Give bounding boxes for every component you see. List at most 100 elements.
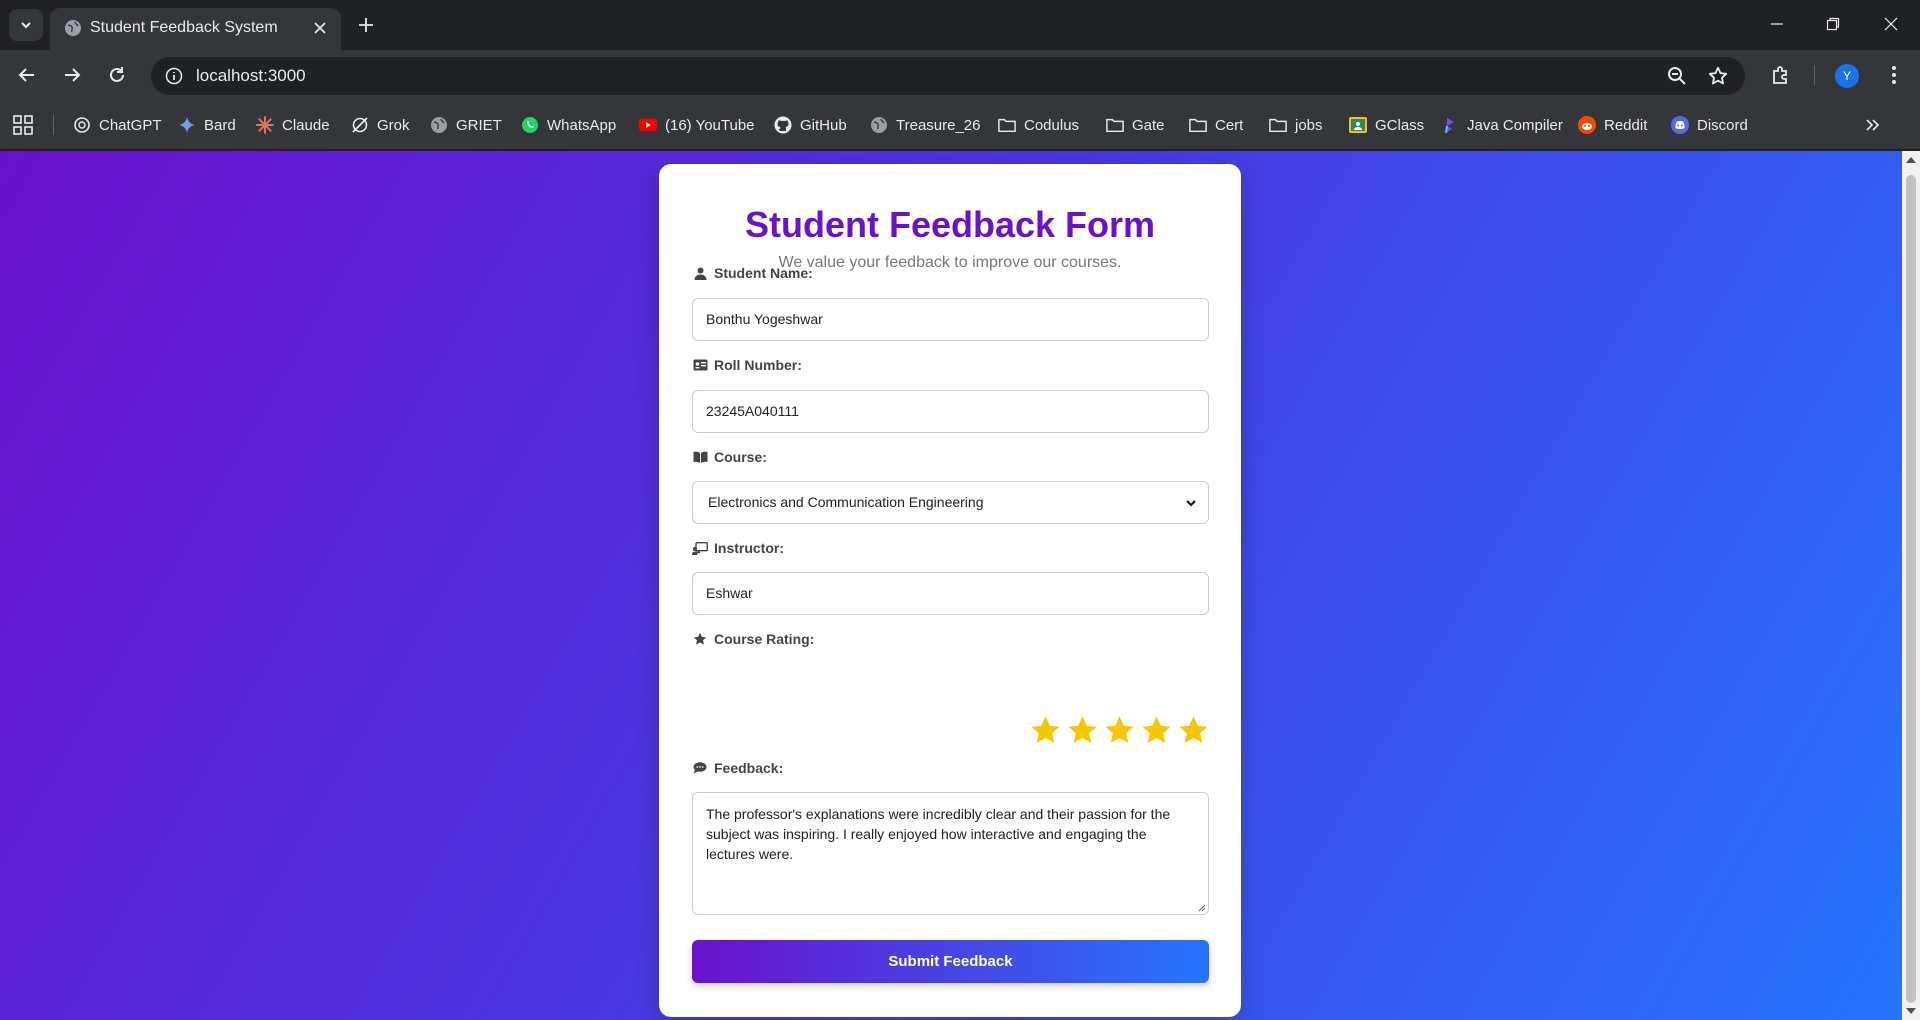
gclass-icon <box>1349 116 1367 134</box>
bookmark-cert[interactable]: Cert <box>1189 112 1243 138</box>
bookmark-label: Treasure_26 <box>896 116 981 134</box>
feedback-textarea[interactable]: The professor's explanations were incred… <box>692 792 1209 915</box>
tab-title: Student Feedback System <box>90 19 278 36</box>
site-info-button[interactable] <box>161 63 187 89</box>
bookmark-label: GitHub <box>800 116 847 134</box>
scrollbar-thumb[interactable] <box>1906 175 1916 1003</box>
resize-grip-icon[interactable] <box>1196 902 1206 912</box>
star-outline-icon <box>1708 66 1728 85</box>
roll-number-input[interactable]: 23245A040111 <box>692 390 1209 433</box>
apps-button[interactable] <box>13 112 33 138</box>
bookmark-codulus[interactable]: Codulus <box>998 112 1079 138</box>
extensions-button[interactable] <box>1768 62 1794 88</box>
submit-feedback-button[interactable]: Submit Feedback <box>692 940 1209 983</box>
page-scrollbar[interactable] <box>1902 151 1920 1020</box>
bookmark-youtube[interactable]: (16) YouTube <box>639 112 755 138</box>
bookmark-label: Codulus <box>1024 116 1080 134</box>
arrow-left-icon <box>18 68 34 82</box>
folder-icon <box>1106 116 1124 134</box>
close-icon <box>1884 17 1898 31</box>
student-name-input[interactable]: Bonthu Yogeshwar <box>692 298 1209 341</box>
scroll-up-arrow-icon[interactable] <box>1906 157 1916 163</box>
bookmark-whatsapp[interactable]: WhatsApp <box>521 112 616 138</box>
bookmark-label: Grok <box>377 116 410 134</box>
course-select-value: Electronics and Communication Engineerin… <box>708 494 984 510</box>
bookmark-label: Discord <box>1697 116 1748 134</box>
bookmark-label: Cert <box>1215 116 1244 134</box>
bookmark-star-button[interactable] <box>1706 64 1730 88</box>
chevron-down-icon <box>21 22 31 29</box>
bookmark-label: WhatsApp <box>547 116 617 134</box>
toolbar-divider <box>1814 65 1815 85</box>
tab-search-button[interactable] <box>9 9 43 41</box>
address-bar[interactable]: localhost:3000 <box>151 57 1745 95</box>
instructor-input[interactable]: Eshwar <box>692 572 1209 615</box>
browser-tab[interactable]: Student Feedback System <box>50 8 341 50</box>
bookmark-gclass[interactable]: GClass <box>1349 112 1424 138</box>
chevron-down-icon <box>1186 500 1196 507</box>
tab-close-button[interactable] <box>309 17 331 39</box>
chatgpt-icon <box>73 116 91 134</box>
minimize-icon <box>1771 23 1783 25</box>
star-icon[interactable] <box>1030 715 1061 746</box>
reload-button[interactable] <box>100 59 134 91</box>
whatsapp-icon <box>521 116 539 134</box>
new-tab-button[interactable] <box>353 12 379 38</box>
bookmark-gate[interactable]: Gate <box>1106 112 1165 138</box>
arrow-right-icon <box>65 68 81 82</box>
bookmark-grok[interactable]: Grok <box>351 112 410 138</box>
discord-icon <box>1671 116 1689 134</box>
bookmark-claude[interactable]: Claude <box>256 112 330 138</box>
claude-icon <box>256 116 274 134</box>
feedback-label: Feedback: <box>692 758 783 778</box>
star-icon[interactable] <box>1067 715 1098 746</box>
github-icon <box>774 116 792 134</box>
profile-avatar[interactable]: Y <box>1835 64 1859 88</box>
star-icon <box>692 631 708 647</box>
star-icon[interactable] <box>1141 715 1172 746</box>
star-icon[interactable] <box>1178 715 1209 746</box>
java-compiler-icon <box>1441 116 1459 134</box>
bookmark-reddit[interactable]: Reddit <box>1578 112 1647 138</box>
comment-icon <box>692 760 708 776</box>
globe-icon <box>870 116 888 134</box>
scroll-down-arrow-icon[interactable] <box>1906 1008 1916 1014</box>
id-card-icon <box>692 357 708 373</box>
url-text: localhost:3000 <box>196 66 306 85</box>
kebab-menu-icon <box>1892 66 1896 84</box>
back-button[interactable] <box>10 59 44 91</box>
course-label: Course: <box>692 447 767 467</box>
bookmark-label: Gate <box>1132 116 1165 134</box>
feedback-text: The professor's explanations were incred… <box>706 806 1171 862</box>
minimize-button[interactable] <box>1754 8 1800 40</box>
bookmark-griet[interactable]: GRIET <box>430 112 502 138</box>
globe-icon <box>65 20 81 36</box>
browser-toolbar: localhost:3000 Y <box>0 50 1920 100</box>
bookmark-label: GClass <box>1375 116 1425 134</box>
more-bookmarks-button[interactable] <box>1864 112 1880 138</box>
star-rating[interactable] <box>1030 715 1209 746</box>
bookmark-treasure26[interactable]: Treasure_26 <box>870 112 981 138</box>
bookmark-discord[interactable]: Discord <box>1671 112 1748 138</box>
browser-menu-button[interactable] <box>1881 62 1907 88</box>
course-rating-label: Course Rating: <box>692 629 814 649</box>
bookmark-bard[interactable]: Bard <box>178 112 236 138</box>
reddit-icon <box>1578 116 1596 134</box>
bookmark-java-compiler[interactable]: Java Compiler <box>1441 112 1563 138</box>
bard-icon <box>178 116 196 134</box>
forward-button[interactable] <box>55 59 89 91</box>
bookmark-label: GRIET <box>456 116 502 134</box>
reload-icon <box>110 67 124 82</box>
apps-grid-icon <box>13 115 33 135</box>
restore-button[interactable] <box>1810 8 1856 40</box>
close-window-button[interactable] <box>1868 8 1914 40</box>
bookmark-label: jobs <box>1295 116 1323 134</box>
bookmark-chatgpt[interactable]: ChatGPT <box>73 112 162 138</box>
zoom-button[interactable] <box>1665 64 1689 88</box>
bookmark-label: Reddit <box>1604 116 1648 134</box>
star-icon[interactable] <box>1104 715 1135 746</box>
bookmark-jobs[interactable]: jobs <box>1269 112 1323 138</box>
course-select[interactable]: Electronics and Communication Engineerin… <box>692 481 1209 524</box>
bookmark-github[interactable]: GitHub <box>774 112 847 138</box>
puzzle-icon <box>1773 66 1787 84</box>
